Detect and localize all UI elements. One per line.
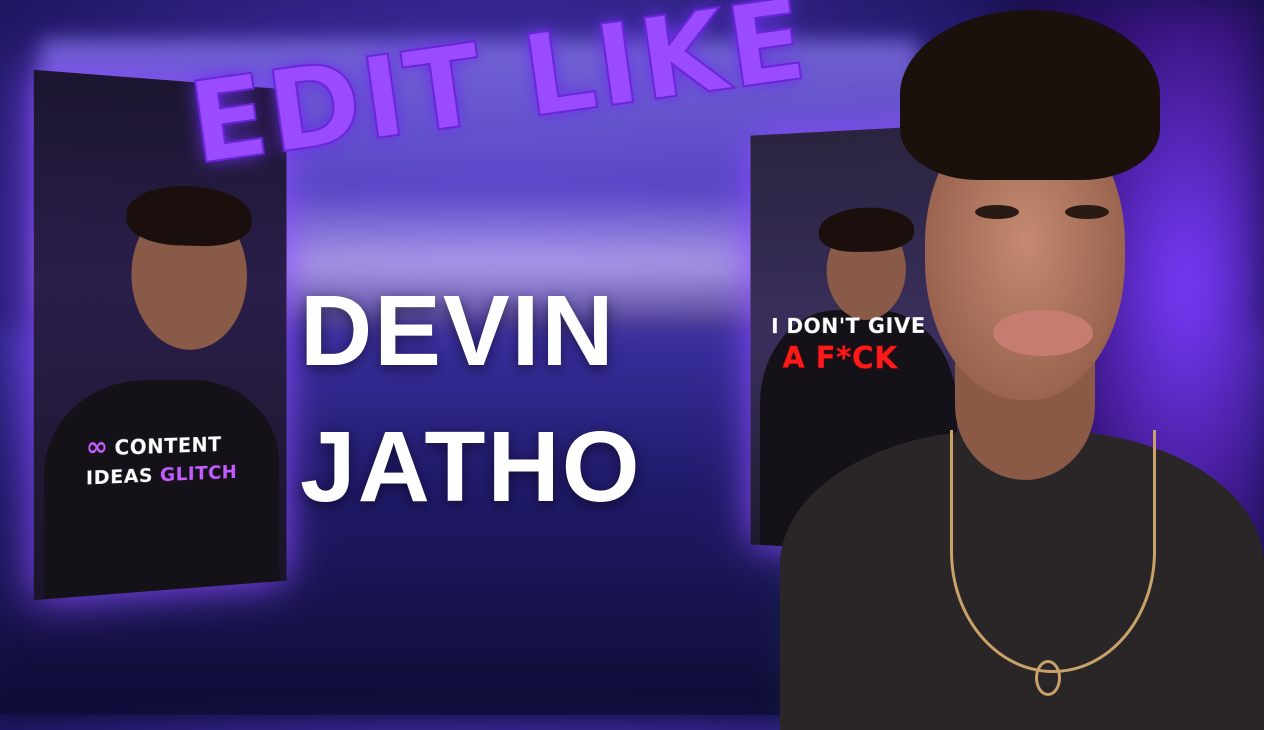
portrait-hair bbox=[900, 10, 1160, 180]
headline-first-name: DEVIN bbox=[300, 274, 616, 389]
portrait-necklace bbox=[950, 430, 1156, 673]
person-portrait bbox=[780, 0, 1264, 715]
necklace-pendant-icon bbox=[1035, 660, 1061, 696]
headline-last-name: JATHO bbox=[300, 410, 642, 525]
portrait-eye-right bbox=[1065, 205, 1109, 219]
clip-person-hair bbox=[126, 183, 251, 247]
clip-person-body bbox=[44, 378, 279, 600]
portrait-eye-left bbox=[975, 205, 1019, 219]
clip-caption-line1: ∞ CONTENT bbox=[86, 430, 222, 461]
infinity-icon: ∞ bbox=[86, 432, 109, 463]
portrait-lips bbox=[993, 310, 1093, 356]
